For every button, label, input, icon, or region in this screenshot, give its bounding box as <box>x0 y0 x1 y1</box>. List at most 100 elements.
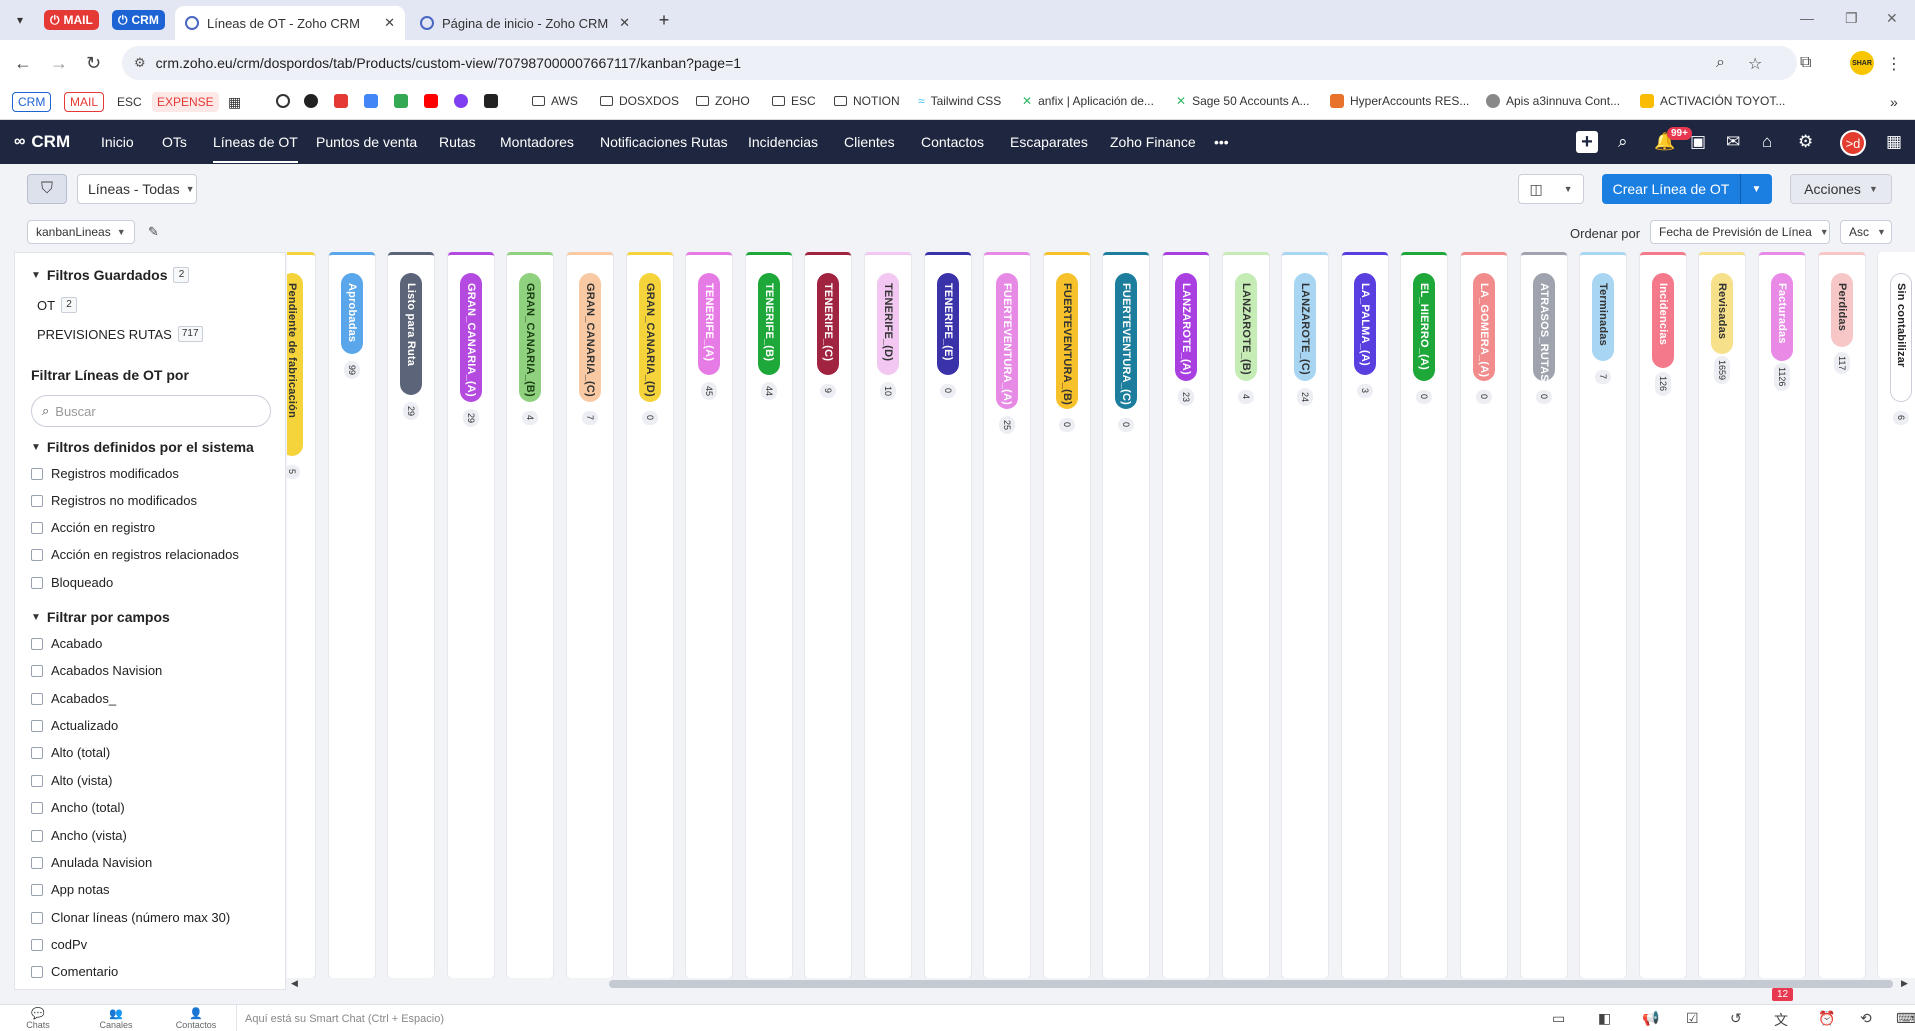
sort-direction-selector[interactable]: Asc ▼ <box>1840 220 1892 244</box>
bookmark-folder-dosxdos[interactable]: DOSXDOS <box>600 94 679 108</box>
create-dropdown-icon[interactable]: ▼ <box>1740 174 1772 204</box>
bookmark-a3innuva[interactable]: Apis a3innuva Cont... <box>1486 94 1620 108</box>
footer-canales[interactable]: 👥 Canales <box>86 1008 146 1030</box>
kanban-column[interactable]: GRAN_CANARIA_(B) 4 <box>507 252 553 978</box>
nav-item-montadores[interactable]: Montadores <box>500 134 574 150</box>
bookmark-hyperaccounts[interactable]: HyperAccounts RES... <box>1330 94 1469 108</box>
checklist-icon[interactable]: ☑ <box>1686 1010 1699 1027</box>
checkbox[interactable] <box>31 938 43 951</box>
marketplace-icon[interactable]: ⌂ <box>1762 132 1772 152</box>
kanban-column-header[interactable]: GRAN_CANARIA_(B) <box>519 273 541 402</box>
kanban-column-header[interactable]: Pendiente de fabricación <box>287 273 303 456</box>
bookmark-expense[interactable]: EXPENSE <box>152 92 219 112</box>
checkbox[interactable] <box>31 664 43 677</box>
pinned-tab-mail[interactable]: ⏻ MAIL <box>44 10 99 30</box>
checkbox[interactable] <box>31 911 43 924</box>
kanban-column[interactable]: Sin contabilizar 6 <box>1878 252 1915 978</box>
calendar-icon[interactable]: ▣ <box>1690 132 1706 152</box>
profile-avatar[interactable]: SHAR <box>1850 51 1874 75</box>
kanban-column[interactable]: TENERIFE_(D) 10 <box>865 252 911 978</box>
more-modules-icon[interactable]: ••• <box>1214 134 1229 150</box>
gmail-icon[interactable] <box>334 94 348 108</box>
sort-field-selector[interactable]: Fecha de Previsión de Línea ▼ <box>1650 220 1830 244</box>
bookmark-toyota[interactable]: ACTIVACIÓN TOYOT... <box>1640 94 1785 108</box>
kanban-column-header[interactable]: FUERTEVENTURA_(C) <box>1115 273 1137 409</box>
nav-item-rutas[interactable]: Rutas <box>439 134 476 150</box>
kanban-column[interactable]: FUERTEVENTURA_(A) 25 <box>984 252 1030 978</box>
url-input[interactable]: ⚙ crm.zoho.eu/crm/dospordos/tab/Products… <box>122 46 1797 80</box>
field-filter-item[interactable]: Acabados_ <box>31 691 116 706</box>
field-filter-item[interactable]: Acabados Navision <box>31 663 162 678</box>
kanban-column[interactable]: LANZAROTE_(C) 24 <box>1282 252 1328 978</box>
more-bookmarks-icon[interactable]: » <box>1890 94 1898 110</box>
field-filters-header[interactable]: ▼ Filtrar por campos <box>31 609 170 625</box>
checkbox[interactable] <box>31 883 43 896</box>
browser-tab-inicio[interactable]: Página de inicio - Zoho CRM ✕ <box>410 6 640 40</box>
bookmark-folder-esc[interactable]: ESC <box>772 94 816 108</box>
extension-purple-icon[interactable] <box>454 94 468 108</box>
kanban-column[interactable]: Facturadas 1126 <box>1759 252 1805 978</box>
kanban-column[interactable]: LANZAROTE_(B) 4 <box>1223 252 1269 978</box>
checkbox[interactable] <box>31 548 43 561</box>
scrollbar-thumb[interactable] <box>609 980 1893 988</box>
kanban-column-header[interactable]: FUERTEVENTURA_(B) <box>1056 273 1078 409</box>
kanban-column[interactable]: TENERIFE_(A) 45 <box>686 252 732 978</box>
nav-item-escaparates[interactable]: Escaparates <box>1010 134 1088 150</box>
field-filter-item[interactable]: Comentario <box>31 964 118 979</box>
kanban-column[interactable]: FUERTEVENTURA_(C) 0 <box>1103 252 1149 978</box>
apps-grid-icon[interactable]: ▦ <box>228 94 241 111</box>
layout-switcher[interactable]: ◫ ▼ <box>1518 174 1584 204</box>
youtube-icon[interactable] <box>424 94 438 108</box>
kanban-view-selector[interactable]: kanbanLineas ▼ <box>27 220 135 244</box>
field-filter-item[interactable]: Alto (vista) <box>31 773 112 788</box>
system-filter-item[interactable]: Acción en registros relacionados <box>31 547 239 562</box>
kanban-column-header[interactable]: TENERIFE_(D) <box>877 273 899 375</box>
checkbox[interactable] <box>31 746 43 759</box>
kanban-column-header[interactable]: GRAN_CANARIA_(D) <box>639 273 661 402</box>
nav-item-zoho-finance[interactable]: Zoho Finance <box>1110 134 1196 150</box>
kanban-column[interactable]: Perdidas 117 <box>1819 252 1865 978</box>
kanban-column-header[interactable]: LANZAROTE_(C) <box>1294 273 1316 381</box>
field-filter-item[interactable]: Actualizado <box>31 718 118 733</box>
kanban-column-header[interactable]: GRAN_CANARIA_(C) <box>579 273 601 402</box>
system-filters-header[interactable]: ▼ Filtros definidos por el sistema <box>31 439 254 455</box>
kanban-column-header[interactable]: Incidencias <box>1652 273 1674 368</box>
bookmark-sage[interactable]: ✕ Sage 50 Accounts A... <box>1176 94 1309 108</box>
nav-item-clientes[interactable]: Clientes <box>844 134 895 150</box>
kanban-column[interactable]: TENERIFE_(E) 0 <box>925 252 971 978</box>
restore-icon[interactable]: ❐ <box>1845 10 1858 27</box>
edit-pencil-icon[interactable]: ✎ <box>148 224 159 240</box>
field-filter-item[interactable]: Acabado <box>31 636 102 651</box>
kanban-column-header[interactable]: TENERIFE_(E) <box>937 273 959 375</box>
close-tab-icon[interactable]: ✕ <box>619 15 630 31</box>
new-tab-icon[interactable]: + <box>652 8 676 32</box>
github-icon[interactable] <box>304 94 318 108</box>
nav-item-puntos-de-venta[interactable]: Puntos de venta <box>316 134 417 150</box>
kanban-column-header[interactable]: GRAN_CANARIA_(A) <box>460 273 482 402</box>
undo-icon[interactable]: ↺ <box>1730 1010 1742 1027</box>
settings-gear-icon[interactable]: ⚙ <box>1798 132 1813 152</box>
checkbox[interactable] <box>31 494 43 507</box>
checkbox[interactable] <box>31 576 43 589</box>
checkbox[interactable] <box>31 856 43 869</box>
kanban-column-header[interactable]: Sin contabilizar <box>1890 273 1912 402</box>
nav-item-lineas-de-ot[interactable]: Líneas de OT <box>213 134 298 163</box>
nav-item-notificaciones-rutas[interactable]: Notificaciones Rutas <box>600 134 728 150</box>
saved-filters-header[interactable]: ▼ Filtros Guardados 2 <box>31 267 190 283</box>
kanban-column-header[interactable]: Facturadas <box>1771 273 1793 361</box>
site-info-icon[interactable]: ⚙ <box>134 55 146 71</box>
browser-tab-active[interactable]: Líneas de OT - Zoho CRM ✕ <box>175 6 405 40</box>
kanban-column-header[interactable]: Listo para Ruta <box>400 273 422 395</box>
kanban-column[interactable]: Listo para Ruta 29 <box>388 252 434 978</box>
footer-contactos[interactable]: 👤 Contactos <box>166 1008 226 1030</box>
keyboard-icon[interactable]: ⌨ <box>1896 1010 1915 1027</box>
actions-button[interactable]: Acciones ▼ <box>1790 174 1892 204</box>
kanban-column-header[interactable]: FUERTEVENTURA_(A) <box>996 273 1018 409</box>
kanban-column-header[interactable]: EL_HIERRO_(A) <box>1413 273 1435 381</box>
bookmark-star-icon[interactable]: ☆ <box>1748 54 1762 74</box>
kanban-column[interactable]: Aprobadas 99 <box>329 252 375 978</box>
field-filter-item[interactable]: Alto (total) <box>31 745 110 760</box>
bookmark-dark-icon[interactable] <box>484 94 498 108</box>
field-filter-item[interactable]: codPv <box>31 937 87 952</box>
kanban-column-header[interactable]: TENERIFE_(C) <box>817 273 839 375</box>
